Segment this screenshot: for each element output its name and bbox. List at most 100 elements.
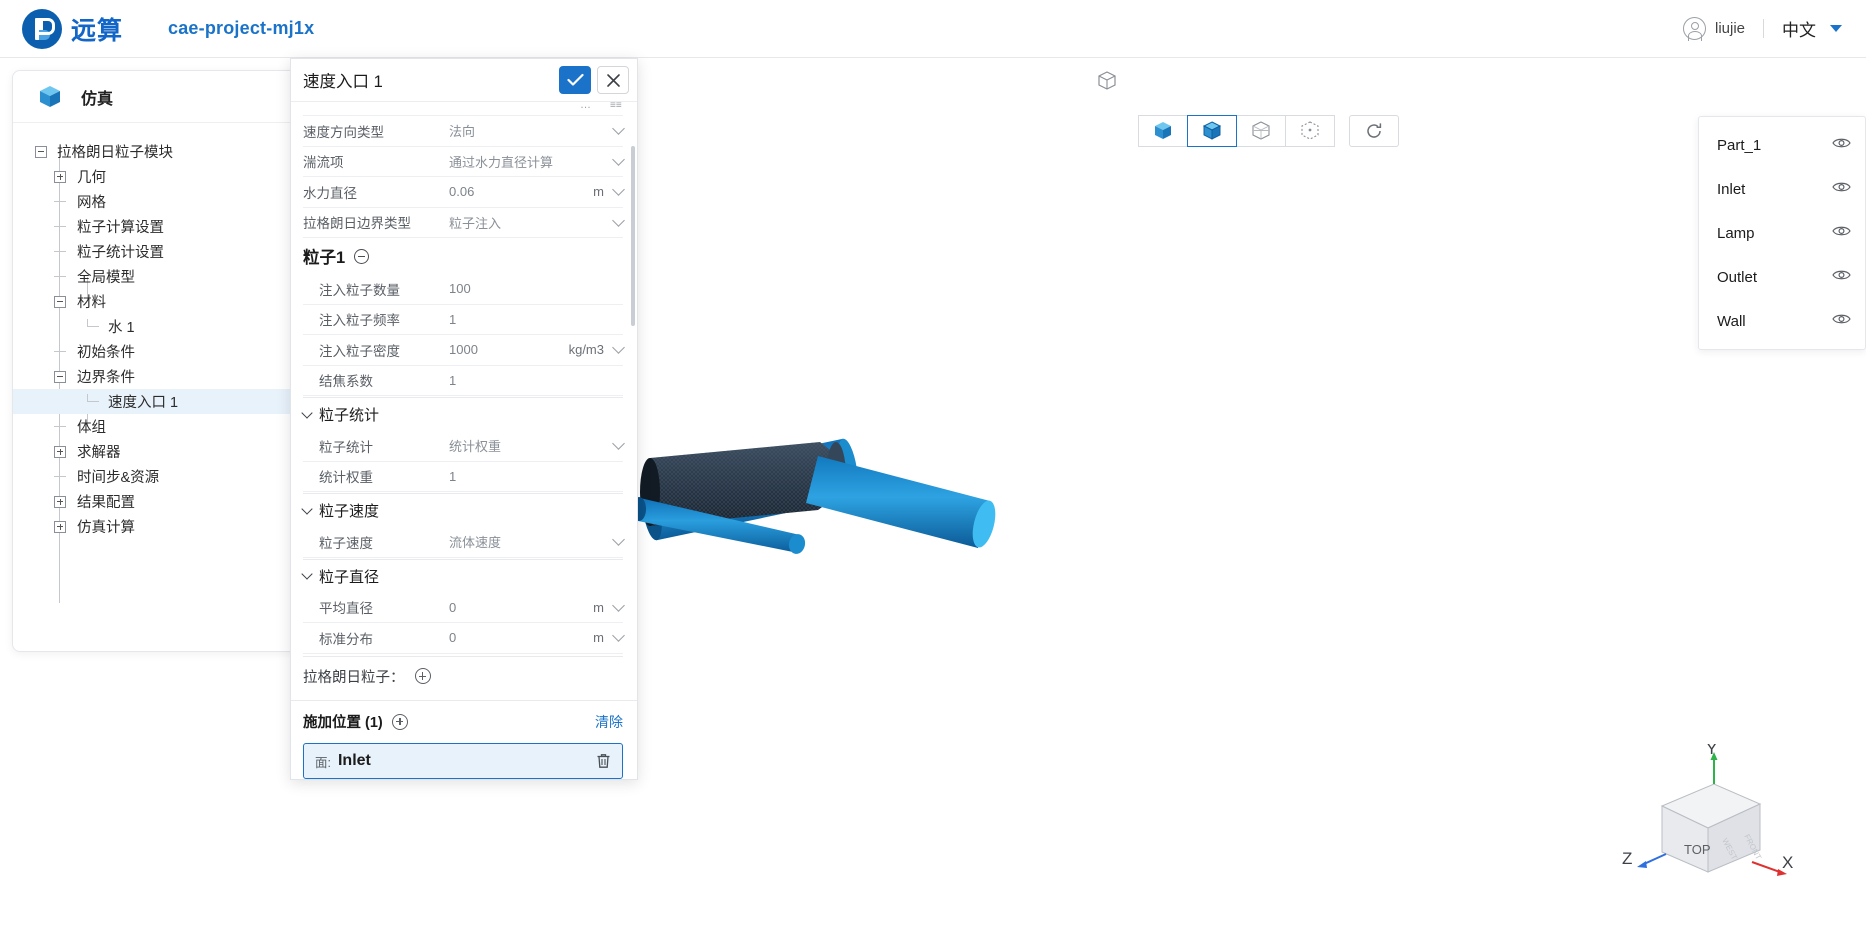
project-name[interactable]: cae-project-mj1x [168,18,314,39]
field-label: 拉格朗日边界类型 [303,216,411,232]
particle-1-section-header[interactable]: 粒子1 [303,238,623,274]
add-lagrangian-particle-button[interactable] [414,668,431,684]
dialog-content[interactable]: … ≡≡ 速度方向类型 法向 湍流项 通过水力直径计算 水力直径 0.06 m … [291,102,637,700]
field-row-injection-count[interactable]: 注入粒子数量 100 [303,274,623,305]
selected-face-card[interactable]: 面: Inlet [303,743,623,779]
language-label[interactable]: 中文 [1782,16,1816,41]
field-row-mean-diameter[interactable]: 平均直径 0 m [303,593,625,623]
tree-branch-icon [87,318,99,327]
field-row-injection-frequency[interactable]: 注入粒子频率 1 [303,305,623,335]
chevron-down-icon[interactable] [612,152,625,166]
user-menu[interactable]: liujie [1682,17,1745,41]
view-solid-edges-button[interactable] [1187,115,1237,147]
view-mesh-button[interactable] [1236,115,1286,147]
reset-view-button[interactable] [1349,115,1399,147]
clear-button[interactable]: 清除 [595,712,623,732]
chevron-down-icon[interactable] [301,406,313,419]
dialog-scrollbar[interactable] [631,146,635,326]
visibility-eye-icon[interactable] [1832,268,1851,286]
chevron-down-icon[interactable] [612,598,625,612]
field-value[interactable]: 通过水力直径计算 [449,152,608,171]
close-button[interactable] [597,66,629,94]
chevron-down-icon[interactable] [612,213,625,227]
axis-label-y: Y [1706,744,1717,758]
field-row-statistic-weight[interactable]: 统计权重 1 [303,462,623,492]
field-row-turbulence[interactable]: 湍流项 通过水力直径计算 [303,147,625,177]
chevron-down-icon[interactable] [612,122,625,136]
view-wireframe-button[interactable] [1082,65,1132,97]
field-value[interactable]: 法向 [449,121,608,140]
field-value[interactable]: 100 [449,281,623,296]
tree-node-label: 水 1 [108,320,135,336]
field-value[interactable]: 粒子注入 [449,213,608,232]
field-value[interactable]: 1 [449,312,623,327]
field-row-velocity-direction-type[interactable]: 速度方向类型 法向 [303,116,625,147]
parts-list-item-wall[interactable]: Wall [1699,299,1865,343]
field-value[interactable]: 1 [449,373,623,388]
add-location-button[interactable] [391,713,408,730]
chevron-down-icon[interactable] [612,437,625,451]
chevron-down-icon[interactable] [301,568,313,580]
chevron-down-icon[interactable] [612,533,625,547]
field-value[interactable]: 0 [449,630,593,645]
collapse-toggle-icon[interactable] [54,370,66,383]
cube-icon [37,84,63,110]
visibility-eye-icon[interactable] [1832,312,1851,330]
tree-node-label: 全局模型 [77,270,135,286]
expand-toggle-icon[interactable] [54,445,66,458]
collapse-toggle-icon[interactable] [54,295,66,308]
parts-list-item-outlet[interactable]: Outlet [1699,255,1865,299]
viewport-3d[interactable]: 仿真 拉格朗日粒子模块 ! 几何 网格 粒子计算设置 [0,58,1866,944]
brand[interactable]: 远算 [22,8,123,49]
collapse-toggle-icon[interactable] [35,145,47,158]
collapse-particle-icon[interactable] [354,248,370,264]
axis-label-z: Z [1622,849,1632,868]
chevron-down-icon[interactable] [1830,25,1842,32]
field-value[interactable]: 1000 [449,342,569,357]
view-points-button[interactable] [1285,115,1335,147]
tree-node-label: 边界条件 [77,370,135,386]
delete-selection-icon[interactable] [596,753,611,769]
selection-value-label: Inlet [337,752,371,769]
field-value[interactable]: 统计权重 [449,436,608,455]
expand-toggle-icon[interactable] [54,170,66,183]
field-row-injection-density[interactable]: 注入粒子密度 1000 kg/m3 [303,335,625,366]
chevron-down-icon[interactable] [612,183,625,197]
field-value[interactable]: 流体速度 [449,532,608,551]
axis-label-x: X [1782,853,1793,872]
chevron-down-icon[interactable] [612,341,625,355]
expand-toggle-icon[interactable] [54,520,66,533]
axis-orientation-widget[interactable]: TOP WEST FRONT Y X Z [1622,739,1812,914]
tree-branch-icon [54,276,66,277]
field-value[interactable]: 1 [449,469,623,484]
visibility-eye-icon[interactable] [1832,180,1851,198]
field-row-standard-distribution[interactable]: 标准分布 0 m [303,623,625,654]
parts-list-item-part-1[interactable]: Part_1 [1699,123,1865,167]
field-unit: kg/m3 [568,342,604,358]
tree-node-label: 粒子统计设置 [77,245,164,261]
field-row-lagrangian-boundary-type[interactable]: 拉格朗日边界类型 粒子注入 [303,208,625,238]
field-unit: m [593,599,604,615]
field-value[interactable]: 0 [449,600,593,615]
field-row-particle-statistics[interactable]: 粒子统计 统计权重 [303,431,625,462]
chevron-down-icon[interactable] [301,502,313,515]
visibility-eye-icon[interactable] [1832,224,1851,242]
parts-list-item-inlet[interactable]: Inlet [1699,167,1865,211]
view-solid-button[interactable] [1138,115,1188,147]
dialog-footer: 施加位置 (1) 清除 面: Inlet [291,700,637,779]
expand-toggle-icon[interactable] [54,495,66,508]
group-header-particle-velocity[interactable]: 粒子速度 [301,493,623,527]
field-row-coking-coefficient[interactable]: 结焦系数 1 [303,366,623,396]
group-header-particle-statistics[interactable]: 粒子统计 [301,397,623,431]
field-value[interactable]: 0.06 [449,184,593,199]
parts-list-item-lamp[interactable]: Lamp [1699,211,1865,255]
chevron-down-icon[interactable] [612,629,625,643]
tree-node-label: 材料 [77,295,106,311]
group-header-particle-diameter[interactable]: 粒子直径 [301,558,623,593]
field-row-particle-velocity[interactable]: 粒子速度 流体速度 [303,527,625,558]
field-row-hydraulic-diameter[interactable]: 水力直径 0.06 m [303,177,625,208]
visibility-eye-icon[interactable] [1832,136,1851,154]
confirm-button[interactable] [559,66,591,94]
particle-1-title: 粒子1 [303,249,346,267]
parts-list-item-label: Inlet [1717,180,1746,198]
